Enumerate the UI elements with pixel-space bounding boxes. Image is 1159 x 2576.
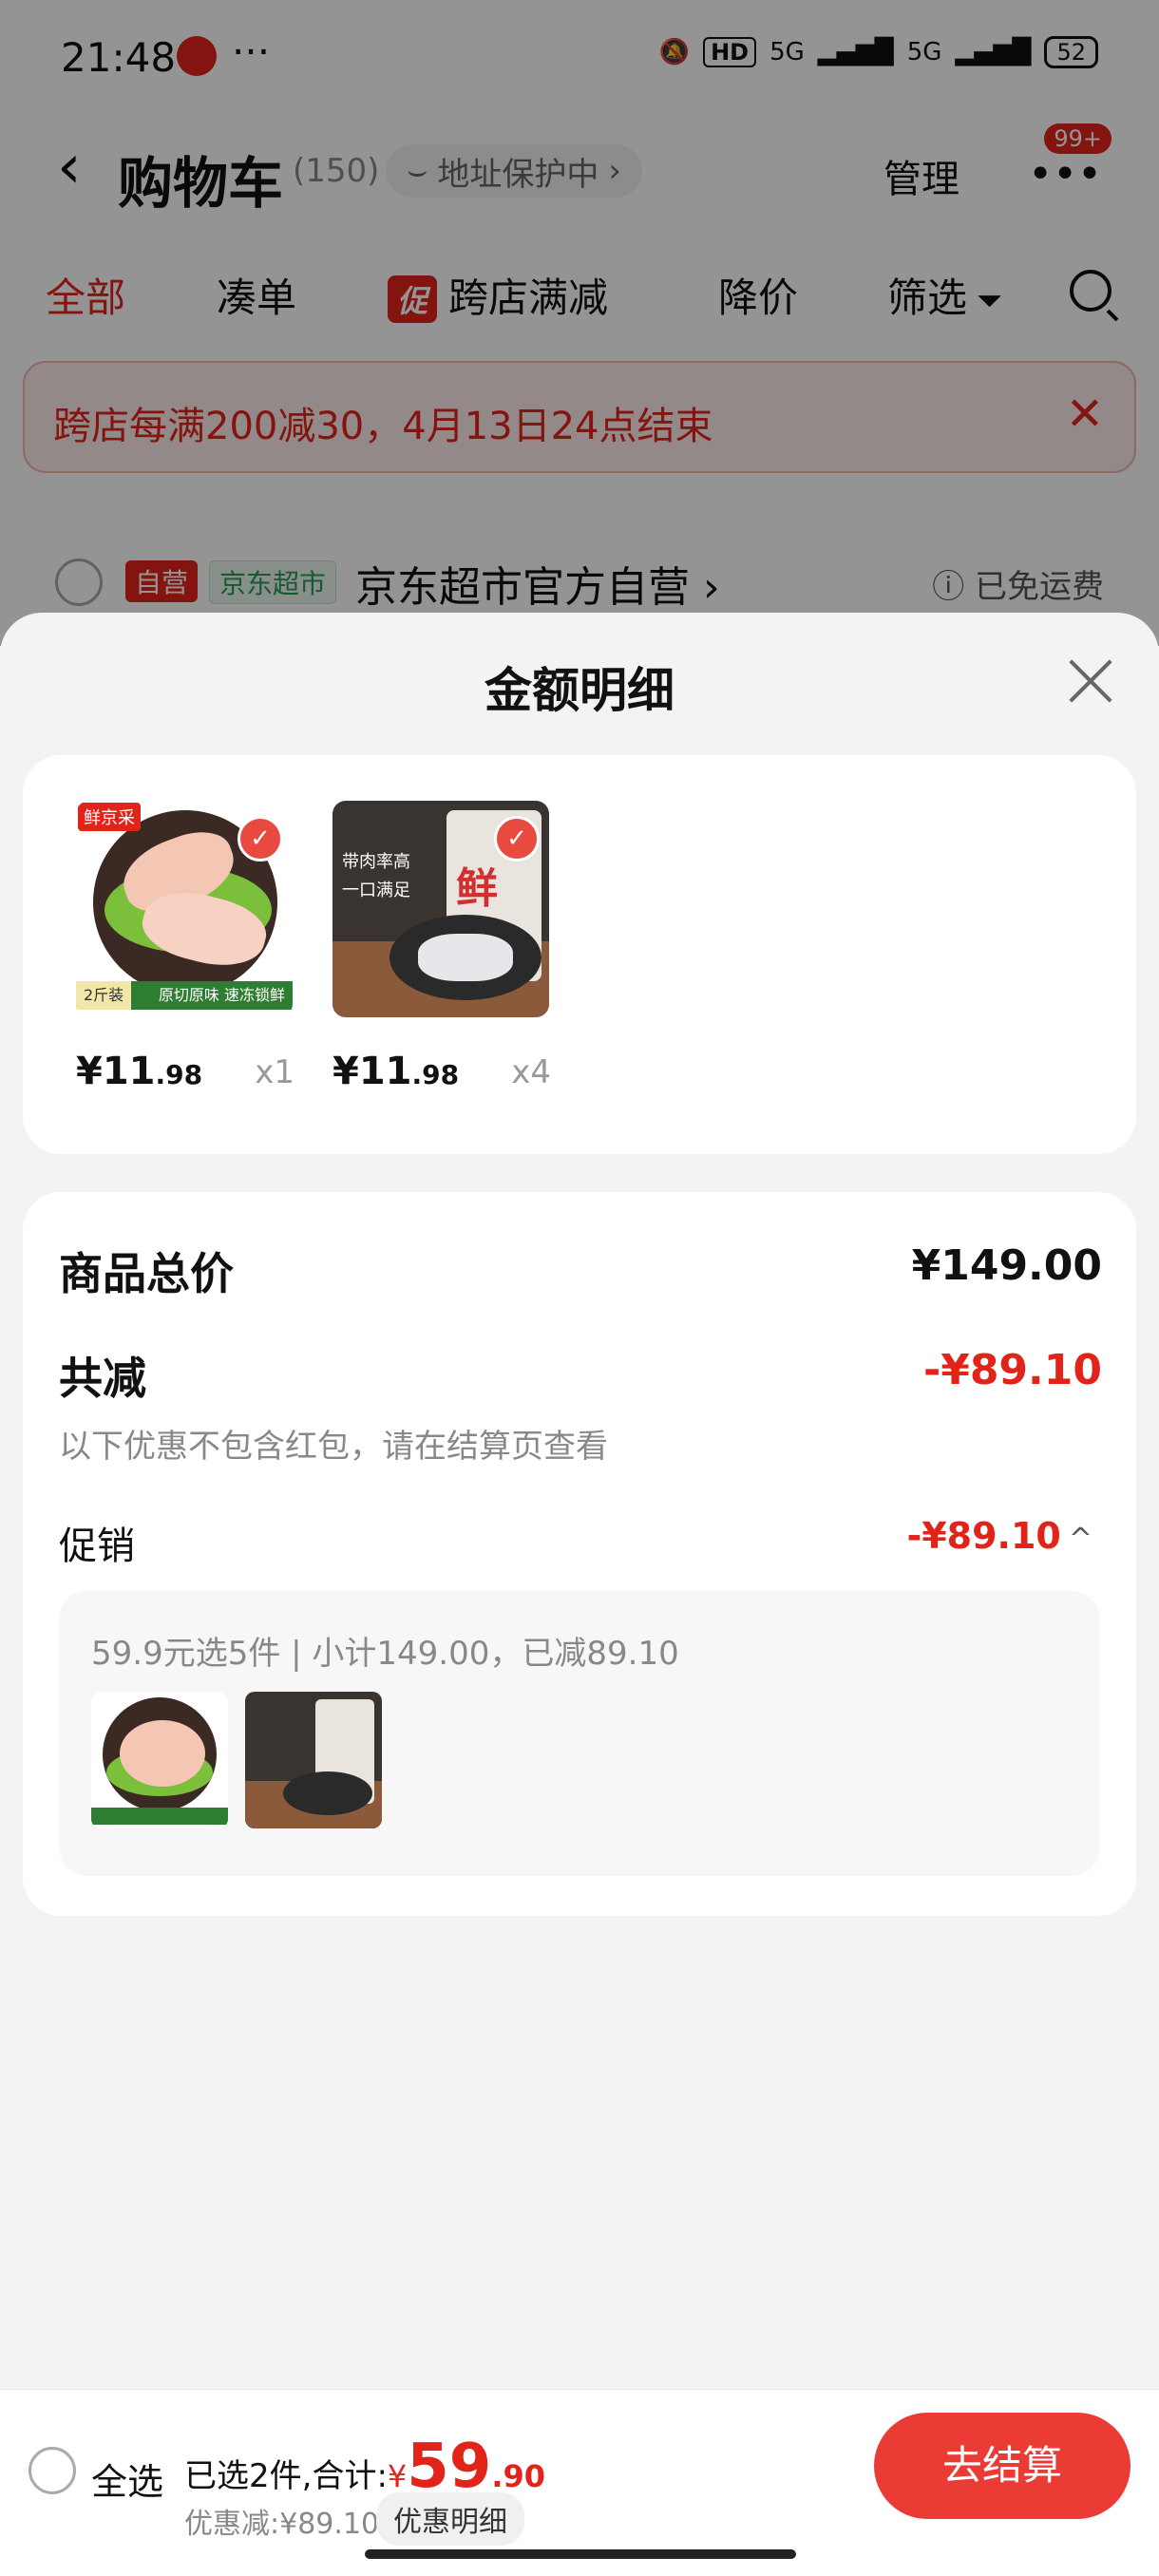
brand-badge: 鲜京采 — [78, 803, 141, 831]
promo-thumb-chicken — [91, 1692, 228, 1828]
select-all-label[interactable]: 全选 — [91, 2453, 163, 2505]
discount-detail-button[interactable]: 优惠明细 — [376, 2492, 524, 2546]
product-item[interactable]: 鲜京采 2斤装 原切原味 速冻锁鲜 ✓ ¥11.98 x1 — [76, 801, 294, 1093]
product-tag-strip: 2斤装 原切原味 速冻锁鲜 — [76, 981, 293, 1010]
check-icon: ✓ — [238, 816, 283, 862]
bag-label: 鲜 — [456, 864, 498, 913]
selected-products-card: 鲜京采 2斤装 原切原味 速冻锁鲜 ✓ ¥11.98 x1 鲜 带肉率高 一口满足 … — [23, 755, 1136, 1154]
product-price: ¥11.98 — [332, 1050, 460, 1093]
promo-thumb-dumpling — [245, 1692, 382, 1828]
promotion-label: 促销 — [59, 1525, 135, 1568]
amount-detail-sheet: 金额明细 鲜京采 2斤装 原切原味 速冻锁鲜 ✓ ¥11.98 x1 鲜 带肉率… — [0, 613, 1159, 2389]
product-image-chicken: 鲜京采 2斤装 原切原味 速冻锁鲜 ✓ — [76, 801, 293, 1017]
discount-summary: 优惠减:¥89.10 — [184, 2508, 380, 2541]
home-indicator[interactable] — [365, 2549, 796, 2559]
close-icon[interactable] — [1064, 654, 1117, 708]
promotion-detail-text: 59.9元选5件 | 小计149.00，已减89.10 — [91, 1635, 679, 1673]
checkout-button[interactable]: 去结算 — [874, 2413, 1130, 2519]
overlay-scrim[interactable] — [0, 0, 1159, 646]
product-price: ¥11.98 — [76, 1050, 203, 1093]
select-all-radio[interactable] — [28, 2447, 76, 2494]
product-item[interactable]: 鲜 带肉率高 一口满足 ✓ ¥11.98 x4 — [332, 801, 551, 1093]
checkout-bar: 全选 已选2件,合计:¥59.90 优惠减:¥89.10 优惠明细 去结算 — [0, 2389, 1159, 2576]
product-image-text: 带肉率高 一口满足 — [342, 852, 410, 900]
sheet-title: 金额明细 — [484, 663, 674, 718]
subtotal-value: ¥149.00 — [911, 1241, 1102, 1290]
product-image-dumpling: 鲜 带肉率高 一口满足 ✓ — [332, 801, 549, 1017]
promotion-detail-box: 59.9元选5件 | 小计149.00，已减89.10 — [59, 1591, 1100, 1876]
price-summary-card: 商品总价 ¥149.00 共减 -¥89.10 以下优惠不包含红包，请在结算页查… — [23, 1192, 1136, 1916]
total-discount-value: -¥89.10 — [922, 1346, 1102, 1394]
chevron-up-icon: ^ — [1068, 1523, 1092, 1556]
total-discount-label: 共减 — [59, 1353, 146, 1404]
product-quantity: x1 — [255, 1053, 294, 1091]
selected-total: 已选2件,合计:¥59.90 — [184, 2432, 546, 2502]
product-quantity: x4 — [511, 1053, 551, 1091]
subtotal-label: 商品总价 — [59, 1248, 234, 1299]
discount-note: 以下优惠不包含红包，请在结算页查看 — [59, 1428, 608, 1466]
promotion-toggle[interactable]: -¥89.10 ^ — [906, 1515, 1092, 1557]
promotion-value: -¥89.10 — [906, 1515, 1061, 1557]
check-icon: ✓ — [494, 816, 540, 862]
